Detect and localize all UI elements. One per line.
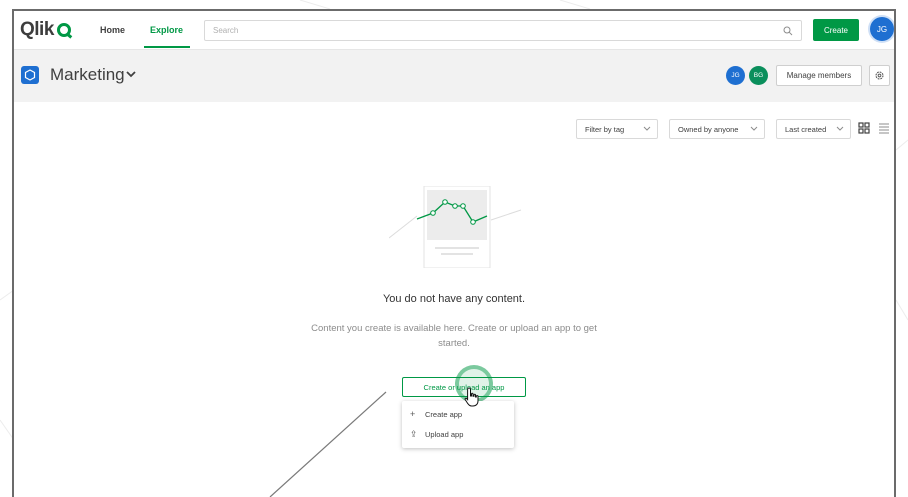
callout-pointer-line (269, 391, 387, 497)
